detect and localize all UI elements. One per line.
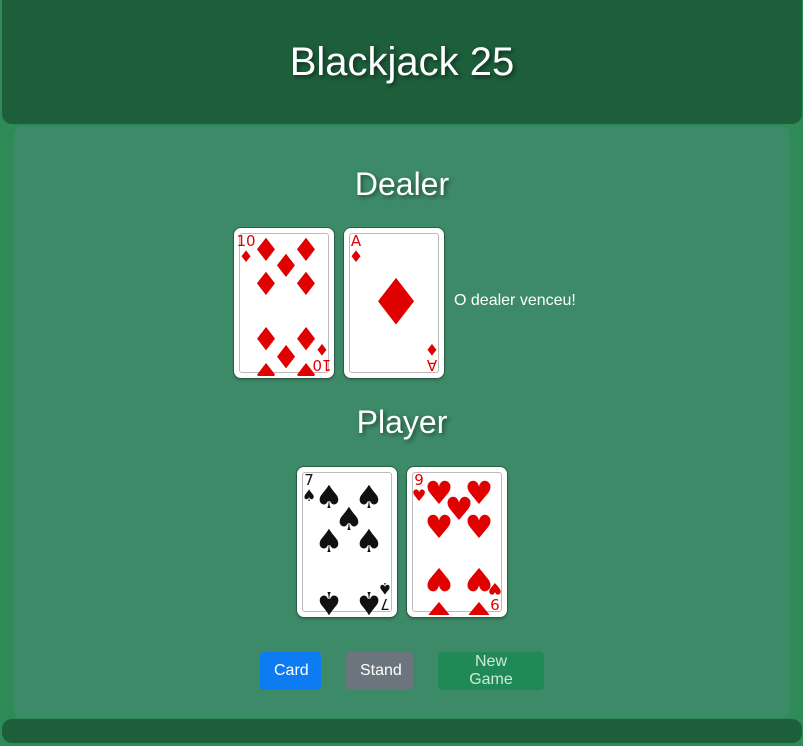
game-table: Dealer 10 ♦ 10 ♦ ♦ ♦ ♦ ♦ ♦ ♦ ♦ ♦ ♦ ♦ A ♦ A ♦ ♦ O dealer ve… (14, 126, 790, 718)
stand-button[interactable]: Stand (346, 652, 413, 690)
dealer-hand: 10 ♦ 10 ♦ ♦ ♦ ♦ ♦ ♦ ♦ ♦ ♦ ♦ ♦ A ♦ A ♦ ♦ (234, 228, 444, 378)
player-card-9-of-hearts: 9 ♥ 9 ♥ ♥ ♥ ♥ ♥ ♥ ♥ ♥ ♥ ♥ (407, 467, 507, 617)
player-hand: 7 ♠ 7 ♠ ♠ ♠ ♠ ♠ ♠ ♠ ♠ 9 ♥ 9 ♥ ♥ ♥ ♥ ♥ ♥ ♥ ♥ ♥ ♥ (297, 467, 507, 617)
dealer-card-a-of-diamonds: A ♦ A ♦ ♦ (344, 228, 444, 378)
diamonds-suit-icon: A♦A♦♦ (349, 232, 439, 374)
spades-suit-icon: 7♠7♠♠ ♠♠♠ ♠♠ ♠ (302, 471, 392, 615)
svg-text:♦: ♦ (292, 265, 321, 303)
svg-text:♠: ♠ (315, 584, 344, 615)
svg-text:♥: ♥ (465, 594, 494, 615)
svg-text:♠: ♠ (355, 522, 384, 560)
card-button[interactable]: Card (260, 652, 321, 690)
svg-text:♠: ♠ (315, 522, 344, 560)
page-title: Blackjack 25 (289, 39, 515, 84)
svg-text:♦: ♦ (292, 355, 321, 376)
svg-text:♥: ♥ (425, 508, 454, 546)
game-status: O dealer venceu! (454, 292, 576, 309)
svg-text:♦: ♦ (349, 247, 363, 266)
svg-text:♦: ♦ (367, 266, 424, 340)
new-game-button[interactable]: New Game (438, 652, 544, 690)
player-card-7-of-spades: 7 ♠ 7 ♠ ♠ ♠ ♠ ♠ ♠ ♠ ♠ (297, 467, 397, 617)
controls: Card Stand New Game (260, 652, 544, 690)
svg-text:♥: ♥ (425, 560, 454, 598)
svg-text:♦: ♦ (252, 355, 281, 376)
header: Blackjack 25 (2, 0, 802, 124)
dealer-title: Dealer (354, 166, 450, 202)
hearts-suit-icon: 9♥9♥♥ ♥♥♥ ♥♥ ♥♥ ♥ (412, 471, 502, 615)
diamonds-suit-icon: 10♦10♦♦ ♦♦♦ ♦♦ ♦♦♦ ♦ (236, 231, 331, 376)
svg-text:♥: ♥ (425, 594, 454, 615)
svg-text:♦: ♦ (425, 340, 439, 359)
player-title: Player (356, 404, 448, 440)
svg-text:♠: ♠ (355, 584, 384, 615)
svg-text:♦: ♦ (252, 265, 281, 303)
dealer-card-10-of-diamonds: 10 ♦ 10 ♦ ♦ ♦ ♦ ♦ ♦ ♦ ♦ ♦ ♦ ♦ (234, 228, 334, 378)
svg-text:♥: ♥ (465, 508, 494, 546)
svg-text:♥: ♥ (465, 560, 494, 598)
footer (2, 719, 802, 743)
